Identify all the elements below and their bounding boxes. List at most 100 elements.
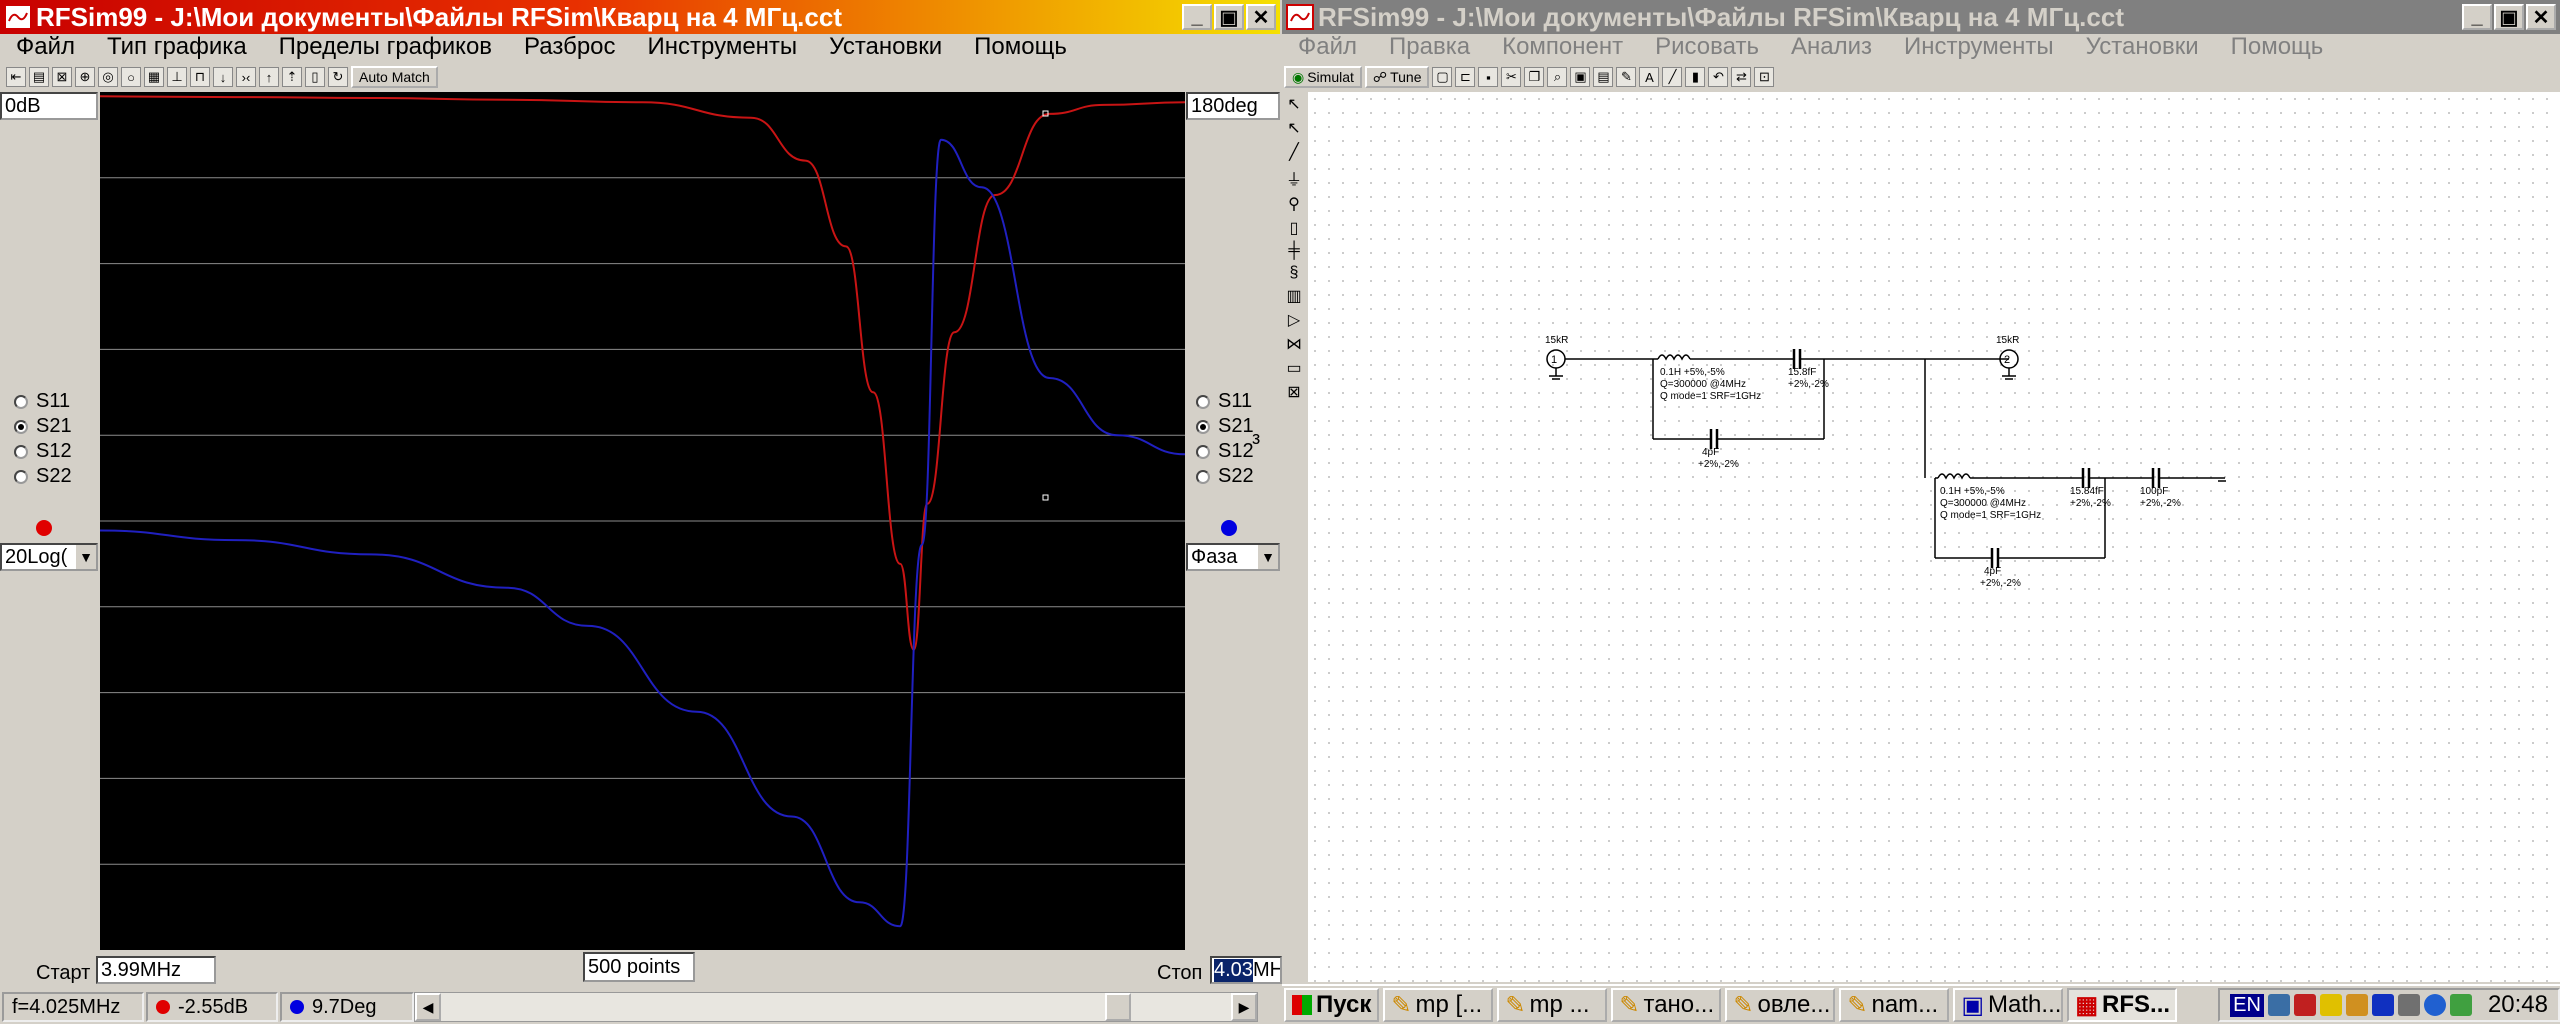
- copy-icon[interactable]: ❐: [1524, 67, 1545, 87]
- select-icon[interactable]: ↖: [1287, 118, 1300, 138]
- left-title-bar[interactable]: RFSim99 - J:\Мои документы\Файлы RFSim\К…: [0, 0, 1280, 34]
- horizontal-scrollbar[interactable]: ◀ ▶: [414, 992, 1258, 1022]
- right-axis-top-field[interactable]: 180deg: [1186, 92, 1280, 120]
- transformer-icon[interactable]: ⋈: [1286, 334, 1302, 354]
- simulate-button[interactable]: ◉ Simulat: [1284, 66, 1362, 88]
- open-folder-icon[interactable]: ⊏: [1455, 67, 1476, 87]
- menu-help[interactable]: Помощь: [2215, 33, 2340, 61]
- exit-icon[interactable]: ⇤: [6, 67, 26, 87]
- port-icon[interactable]: ⊠: [1287, 382, 1300, 402]
- close-button[interactable]: ✕: [1246, 4, 1276, 30]
- task-button-2[interactable]: ✎ mp ...: [1497, 988, 1608, 1022]
- update-icon[interactable]: [2449, 994, 2472, 1016]
- task-button-rfsim[interactable]: ▦ RFS...: [2067, 988, 2178, 1022]
- print-icon[interactable]: ▤: [29, 67, 49, 87]
- right-radio-s22[interactable]: S22: [1196, 465, 1254, 488]
- scale2-icon[interactable]: ⊓: [190, 67, 210, 87]
- start-button[interactable]: Пуск: [1284, 988, 1380, 1022]
- language-indicator[interactable]: EN: [2230, 993, 2264, 1017]
- menu-file[interactable]: Файл: [0, 33, 91, 61]
- zoom-icon[interactable]: ⌕: [1547, 67, 1568, 87]
- menu-help[interactable]: Помощь: [958, 33, 1083, 61]
- menu-tools[interactable]: Инструменты: [632, 33, 814, 61]
- flip-icon[interactable]: ⇄: [1731, 67, 1752, 87]
- chevron-down-icon[interactable]: ▼: [1256, 545, 1278, 569]
- clear-icon[interactable]: ▯: [305, 67, 325, 87]
- arrow-up-icon[interactable]: ↑: [259, 67, 279, 87]
- capacitor-icon[interactable]: ╪: [1288, 242, 1299, 260]
- arrow-down-icon[interactable]: ↓: [213, 67, 233, 87]
- crystal-icon[interactable]: ▥: [1286, 286, 1301, 306]
- volume-icon[interactable]: [2397, 994, 2420, 1016]
- menu-settings[interactable]: Установки: [813, 33, 958, 61]
- task-button-4[interactable]: ✎ овле...: [1725, 988, 1836, 1022]
- menu-file[interactable]: Файл: [1282, 33, 1373, 61]
- scroll-right-button[interactable]: ▶: [1231, 993, 1257, 1021]
- right-radio-s21[interactable]: S21: [1196, 415, 1254, 438]
- menu-tolerance[interactable]: Разброс: [508, 33, 631, 61]
- inductor-icon[interactable]: §: [1290, 264, 1299, 282]
- stop-freq-input[interactable]: 4.03 MH: [1210, 956, 1282, 984]
- zoom-box-icon[interactable]: ⊠: [52, 67, 72, 87]
- wire-icon[interactable]: ╱: [1662, 67, 1683, 87]
- compress-icon[interactable]: ›‹: [236, 67, 256, 87]
- right-radio-s12[interactable]: S12: [1196, 440, 1254, 463]
- line-icon[interactable]: ╱: [1289, 142, 1299, 162]
- start-freq-input[interactable]: 3.99MHz: [96, 956, 216, 984]
- smith-chart-icon[interactable]: ⊕: [75, 67, 95, 87]
- menu-analysis[interactable]: Анализ: [1775, 33, 1888, 61]
- rotate-icon[interactable]: ↶: [1708, 67, 1729, 87]
- delete-icon[interactable]: ▮: [1685, 67, 1706, 87]
- component-icon[interactable]: ⊡: [1754, 67, 1775, 87]
- maximize-button[interactable]: ▣: [1214, 4, 1244, 30]
- probe-icon[interactable]: ⚲: [1288, 194, 1300, 214]
- auto-match-button[interactable]: Auto Match: [351, 66, 438, 88]
- table-icon[interactable]: ▦: [144, 67, 164, 87]
- plot-area[interactable]: [100, 92, 1185, 950]
- inductor-l1[interactable]: [1657, 354, 1691, 361]
- tune-button[interactable]: ☍ Tune: [1364, 66, 1430, 88]
- ground-icon[interactable]: ⏚: [1286, 166, 1302, 190]
- inductor-l2[interactable]: [1937, 473, 1971, 480]
- task-button-5[interactable]: ✎ nam...: [1839, 988, 1950, 1022]
- left-radio-s11[interactable]: S11: [14, 390, 70, 413]
- right-title-bar[interactable]: RFSim99 - J:\Мои документы\Файлы RFSim\К…: [1282, 0, 2560, 34]
- media-player-icon[interactable]: [2371, 994, 2394, 1016]
- scale-icon[interactable]: ⊥: [167, 67, 187, 87]
- menu-component[interactable]: Компонент: [1486, 33, 1639, 61]
- maximize-button[interactable]: ▣: [2494, 4, 2524, 30]
- schematic[interactable]: 1 2 15kR 15kR 0.1H +5%,-5% Q=300000 @4MH…: [1308, 92, 2560, 982]
- menu-plot-type[interactable]: Тип графика: [91, 33, 263, 61]
- minimize-button[interactable]: _: [1182, 4, 1212, 30]
- network-icon[interactable]: [2267, 994, 2290, 1016]
- menu-plot-limits[interactable]: Пределы графиков: [263, 33, 508, 61]
- task-button-6[interactable]: ▣ Math...: [1953, 988, 2064, 1022]
- print-icon[interactable]: ▤: [1593, 67, 1614, 87]
- points-input[interactable]: 500 points: [583, 952, 695, 982]
- left-radio-s22[interactable]: S22: [14, 465, 72, 488]
- antivirus-icon[interactable]: [2293, 994, 2316, 1016]
- circle-icon[interactable]: ○: [121, 67, 141, 87]
- menu-draw[interactable]: Рисовать: [1639, 33, 1775, 61]
- chevron-down-icon[interactable]: ▼: [74, 545, 96, 569]
- polar-icon[interactable]: ◎: [98, 67, 118, 87]
- scroll-left-button[interactable]: ◀: [415, 993, 441, 1021]
- new-file-icon[interactable]: ▢: [1432, 67, 1453, 87]
- help-icon[interactable]: [2423, 994, 2446, 1016]
- cut-icon[interactable]: ✂: [1501, 67, 1522, 87]
- tune-icon[interactable]: ↻: [328, 67, 348, 87]
- right-radio-s11[interactable]: S11: [1196, 390, 1252, 413]
- pointer-icon[interactable]: ↖: [1287, 94, 1300, 114]
- task-button-3[interactable]: ✎ тано...: [1611, 988, 1722, 1022]
- menu-tools[interactable]: Инструменты: [1888, 33, 2070, 61]
- amplifier-icon[interactable]: ▷: [1288, 310, 1300, 330]
- right-scale-select[interactable]: Фаза ▼: [1186, 543, 1280, 571]
- scroll-thumb[interactable]: [1105, 993, 1131, 1021]
- menu-edit[interactable]: Правка: [1373, 33, 1486, 61]
- pen-tray-icon[interactable]: [2345, 994, 2368, 1016]
- left-axis-top-field[interactable]: 0dB: [0, 92, 98, 120]
- left-radio-s21[interactable]: S21: [14, 415, 72, 438]
- left-radio-s12[interactable]: S12: [14, 440, 72, 463]
- shield-icon[interactable]: [2319, 994, 2342, 1016]
- task-button-1[interactable]: ✎ mp [...: [1383, 988, 1494, 1022]
